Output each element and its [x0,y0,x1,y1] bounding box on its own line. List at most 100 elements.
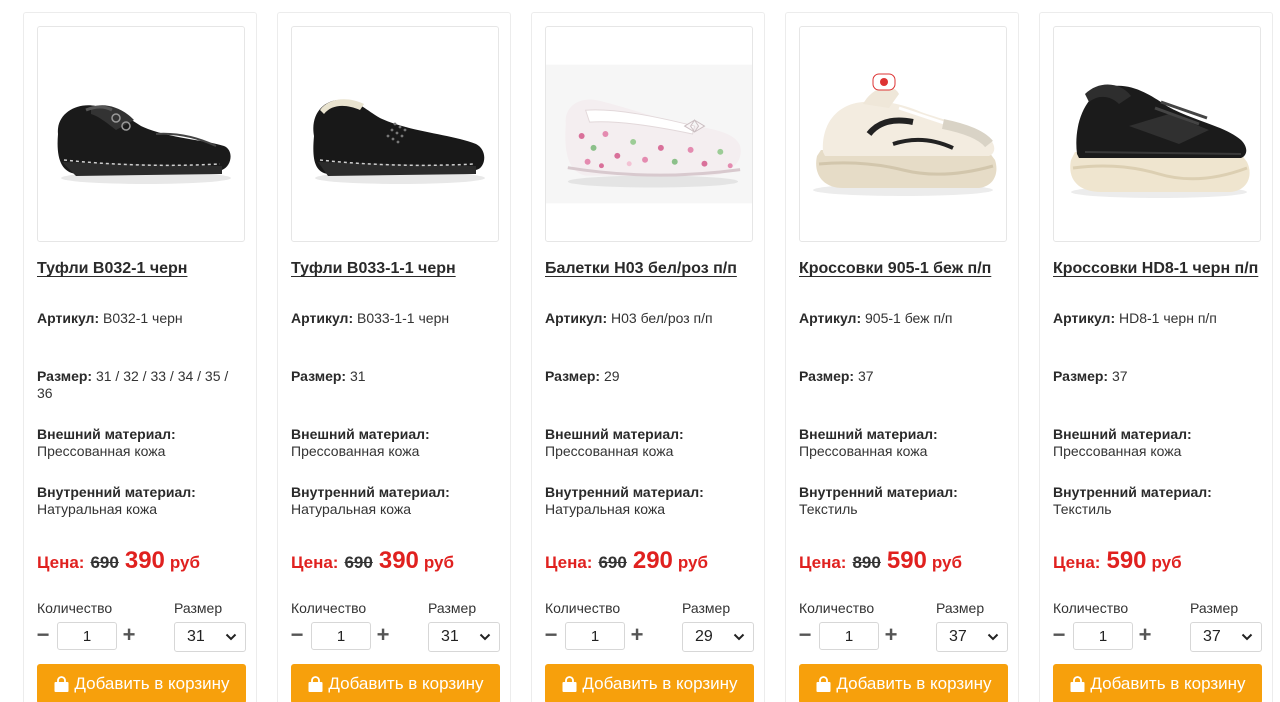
quantity-input[interactable] [819,622,879,650]
decrease-quantity-button[interactable]: − [289,623,305,647]
size-select-label: Размер [1190,600,1239,616]
size-label: Размер: [291,368,347,384]
decrease-quantity-button[interactable]: − [1051,623,1067,647]
current-price: 290 [632,547,673,574]
increase-quantity-button[interactable]: + [883,623,899,647]
size-select[interactable]: 31 [428,622,500,652]
shopping-bag-icon [562,675,577,692]
size-label: Размер: [1053,368,1109,384]
product-sizes: Размер: 37 [799,368,1009,385]
current-price: 390 [378,547,419,574]
product-title-link[interactable]: Кроссовки HD8-1 черн п/п [1053,257,1265,281]
selected-size: 37 [1203,628,1221,645]
outer-value: Прессованная кожа [37,443,166,459]
product-title-link[interactable]: Балетки H03 бел/роз п/п [545,257,757,281]
product-card: Балетки H03 бел/роз п/п Артикул: H03 бел… [531,12,765,702]
size-value: 37 [1111,368,1128,384]
product-outer-material: Внешний материал: Прессованная кожа [291,426,501,460]
product-outer-material: Внешний материал: Прессованная кожа [1053,426,1263,460]
article-label: Артикул: [1053,310,1116,326]
increase-quantity-button[interactable]: + [121,623,137,647]
outer-label: Внешний материал: [291,426,430,442]
inner-value: Текстиль [1053,501,1112,517]
old-price: 890 [852,553,881,572]
currency: руб [1151,553,1182,572]
shopping-bag-icon [54,675,69,692]
quantity-label: Количество [291,600,367,616]
quantity-input[interactable] [565,622,625,650]
article-label: Артикул: [545,310,608,326]
product-title-link[interactable]: Туфли B033-1-1 черн [291,257,503,281]
product-sizes: Размер: 29 [545,368,755,385]
chevron-down-icon [479,633,491,641]
floral-ballet-flat-image [546,64,752,204]
quantity-label: Количество [545,600,621,616]
quantity-input[interactable] [311,622,371,650]
product-card: Туфли B032-1 черн Артикул: B032-1 черн Р… [23,12,257,702]
inner-value: Натуральная кожа [37,501,158,517]
product-inner-material: Внутренний материал: Натуральная кожа [291,484,501,518]
product-article: Артикул: B033-1-1 черн [291,310,501,327]
product-price: Цена: 890 590 руб [799,547,962,577]
add-to-cart-label: Добавить в корзину [582,674,738,693]
size-select[interactable]: 29 [682,622,754,652]
product-grid: Туфли B032-1 черн Артикул: B032-1 черн Р… [0,0,1280,702]
increase-quantity-button[interactable]: + [1137,623,1153,647]
product-image[interactable] [291,26,499,242]
outer-value: Прессованная кожа [1053,443,1182,459]
add-to-cart-button[interactable]: Добавить в корзину [37,664,246,702]
product-image[interactable] [37,26,245,242]
decrease-quantity-button[interactable]: − [35,623,51,647]
product-image[interactable] [1053,26,1261,242]
product-inner-material: Внутренний материал: Текстиль [1053,484,1263,518]
add-to-cart-button[interactable]: Добавить в корзину [291,664,500,702]
add-to-cart-button[interactable]: Добавить в корзину [799,664,1008,702]
size-label: Размер: [37,368,93,384]
currency: руб [423,553,455,572]
article-value: 905-1 беж п/п [865,310,953,326]
beige-chunky-sneaker-image [813,73,997,196]
inner-label: Внутренний материал: [545,484,704,500]
quantity-input[interactable] [1073,622,1133,650]
current-price: 590 [1106,547,1147,574]
chevron-down-icon [1241,633,1253,641]
shopping-bag-icon [308,675,323,692]
product-article: Артикул: 905-1 беж п/п [799,310,1009,327]
product-title-link[interactable]: Кроссовки 905-1 беж п/п [799,257,1011,281]
product-card: Кроссовки HD8-1 черн п/п Артикул: HD8-1 … [1039,12,1273,702]
product-image[interactable] [799,26,1007,242]
product-outer-material: Внешний материал: Прессованная кожа [799,426,1009,460]
product-title-link[interactable]: Туфли B032-1 черн [37,257,249,281]
add-to-cart-button[interactable]: Добавить в корзину [1053,664,1262,702]
increase-quantity-button[interactable]: + [375,623,391,647]
currency: руб [169,553,201,572]
size-select[interactable]: 37 [1190,622,1262,652]
inner-value: Текстиль [799,501,858,517]
add-to-cart-label: Добавить в корзину [1090,674,1246,693]
add-to-cart-label: Добавить в корзину [74,674,230,693]
size-select-label: Размер [174,600,223,616]
inner-label: Внутренний материал: [291,484,450,500]
product-image[interactable] [545,26,753,242]
size-label: Размер: [545,368,601,384]
decrease-quantity-button[interactable]: − [797,623,813,647]
product-card: Туфли B033-1-1 черн Артикул: B033-1-1 че… [277,12,511,702]
chevron-down-icon [733,633,745,641]
product-outer-material: Внешний материал: Прессованная кожа [545,426,755,460]
size-select[interactable]: 37 [936,622,1008,652]
quantity-input[interactable] [57,622,117,650]
product-article: Артикул: HD8-1 черн п/п [1053,310,1263,327]
inner-value: Натуральная кожа [291,501,412,517]
product-outer-material: Внешний материал: Прессованная кожа [37,426,247,460]
add-to-cart-label: Добавить в корзину [836,674,992,693]
selected-size: 31 [441,628,459,645]
add-to-cart-button[interactable]: Добавить в корзину [545,664,754,702]
size-select[interactable]: 31 [174,622,246,652]
old-price: 690 [344,553,373,572]
article-value: B033-1-1 черн [357,310,450,326]
size-select-label: Размер [936,600,985,616]
current-price: 590 [886,547,927,574]
decrease-quantity-button[interactable]: − [543,623,559,647]
increase-quantity-button[interactable]: + [629,623,645,647]
price-label: Цена: [1053,553,1101,572]
